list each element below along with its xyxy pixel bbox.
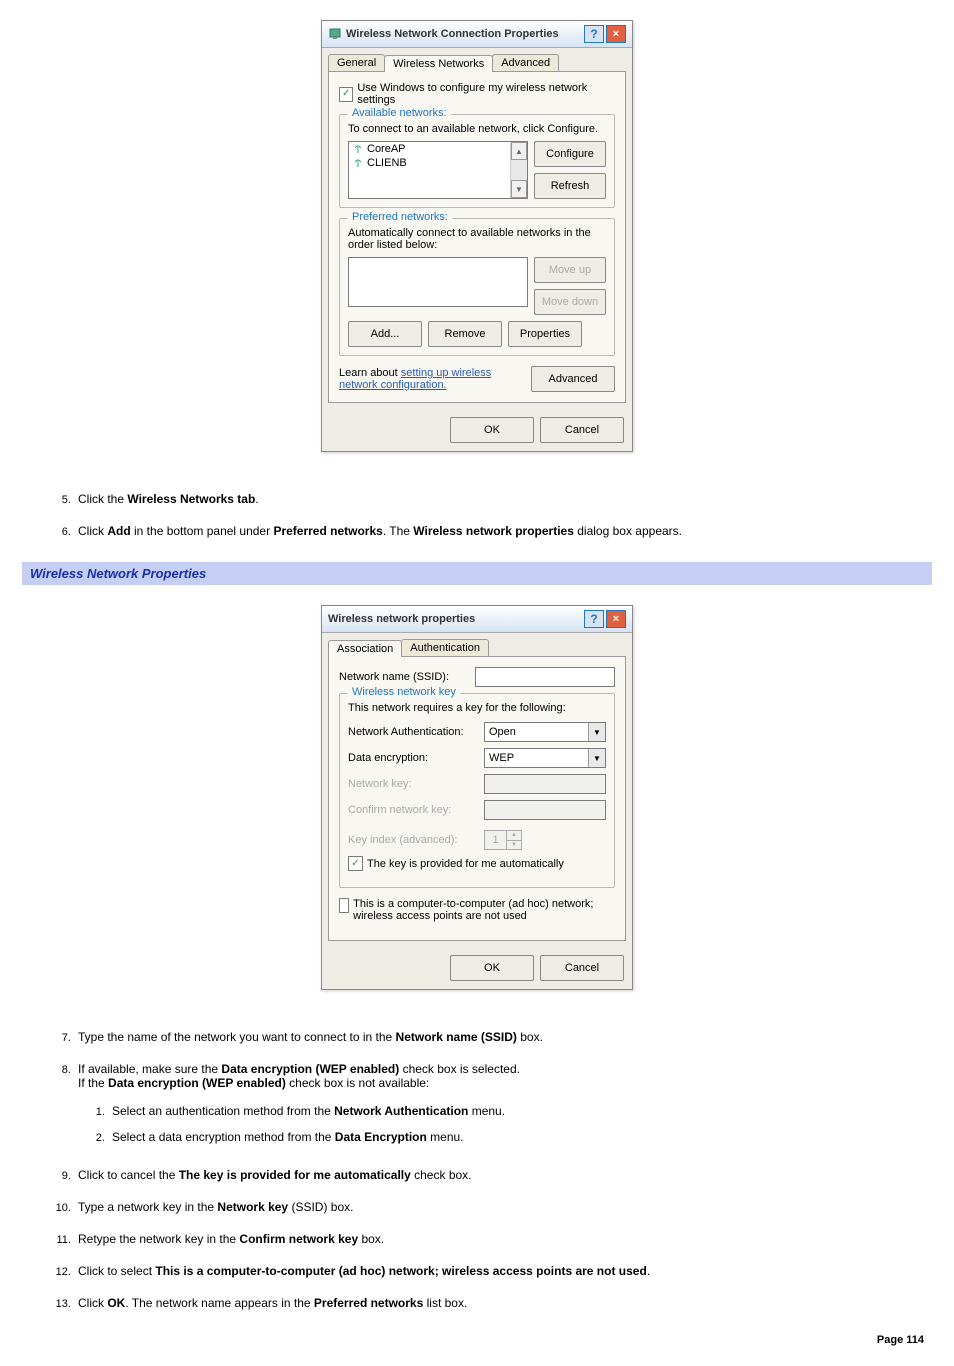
available-networks-list[interactable]: CoreAP CLIENB ▲ ▼ bbox=[348, 141, 528, 199]
confirm-key-input bbox=[484, 800, 606, 820]
wireless-network-key-group: Wireless network key This network requir… bbox=[339, 693, 615, 888]
step-7: Type the name of the network you want to… bbox=[74, 1030, 924, 1044]
network-key-input bbox=[484, 774, 606, 794]
available-networks-group: Available networks: To connect to an ava… bbox=[339, 114, 615, 208]
step-6: Click Add in the bottom panel under Pref… bbox=[74, 524, 924, 538]
auth-label: Network Authentication: bbox=[348, 726, 478, 738]
auto-key-label: The key is provided for me automatically bbox=[367, 858, 564, 870]
instruction-list-a: Click the Wireless Networks tab. Click A… bbox=[30, 492, 924, 538]
group-title: Available networks: bbox=[348, 107, 451, 119]
list-item: CoreAP bbox=[349, 142, 527, 156]
step-13: Click OK. The network name appears in th… bbox=[74, 1296, 924, 1310]
adhoc-label: This is a computer-to-computer (ad hoc) … bbox=[353, 898, 615, 922]
group-title: Wireless network key bbox=[348, 686, 460, 698]
network-key-label: Network key: bbox=[348, 778, 478, 790]
network-icon bbox=[328, 27, 342, 41]
close-button[interactable]: × bbox=[606, 25, 626, 43]
step-8: If available, make sure the Data encrypt… bbox=[74, 1062, 924, 1144]
step-5: Click the Wireless Networks tab. bbox=[74, 492, 924, 506]
help-button[interactable]: ? bbox=[584, 610, 604, 628]
dialog-title: Wireless network properties bbox=[328, 613, 584, 625]
wireless-connection-properties-dialog: Wireless Network Connection Properties ?… bbox=[321, 20, 633, 452]
properties-button[interactable]: Properties bbox=[508, 321, 582, 347]
ok-button[interactable]: OK bbox=[450, 417, 534, 443]
confirm-key-label: Confirm network key: bbox=[348, 804, 478, 816]
preferred-networks-list[interactable] bbox=[348, 257, 528, 307]
preferred-instruction: Automatically connect to available netwo… bbox=[348, 227, 606, 251]
group-title: Preferred networks: bbox=[348, 211, 452, 223]
remove-button[interactable]: Remove bbox=[428, 321, 502, 347]
tab-wireless-networks[interactable]: Wireless Networks bbox=[384, 55, 493, 72]
configure-button[interactable]: Configure bbox=[534, 141, 606, 167]
adhoc-checkbox[interactable] bbox=[339, 898, 349, 913]
step-8-2: Select a data encryption method from the… bbox=[108, 1130, 924, 1144]
use-windows-label: Use Windows to configure my wireless net… bbox=[357, 82, 615, 106]
key-instruction: This network requires a key for the foll… bbox=[348, 702, 606, 714]
network-authentication-select[interactable]: Open ▼ bbox=[484, 722, 606, 742]
wireless-network-properties-dialog: Wireless network properties ? × Associat… bbox=[321, 605, 633, 990]
add-button[interactable]: Add... bbox=[348, 321, 422, 347]
step-12: Click to select This is a computer-to-co… bbox=[74, 1264, 924, 1278]
cancel-button[interactable]: Cancel bbox=[540, 955, 624, 981]
spinner-down-icon: ▼ bbox=[507, 841, 521, 850]
tab-advanced[interactable]: Advanced bbox=[492, 54, 559, 71]
ssid-label: Network name (SSID): bbox=[339, 671, 469, 683]
key-index-spinner: 1 ▲▼ bbox=[484, 830, 522, 850]
section-header: Wireless Network Properties bbox=[22, 562, 932, 585]
page-footer: Page 114 bbox=[30, 1334, 924, 1346]
step-11: Retype the network key in the Confirm ne… bbox=[74, 1232, 924, 1246]
data-encryption-select[interactable]: WEP ▼ bbox=[484, 748, 606, 768]
titlebar: Wireless Network Connection Properties ?… bbox=[322, 21, 632, 48]
preferred-networks-group: Preferred networks: Automatically connec… bbox=[339, 218, 615, 356]
chevron-down-icon: ▼ bbox=[588, 749, 605, 767]
titlebar: Wireless network properties ? × bbox=[322, 606, 632, 633]
step-8-1: Select an authentication method from the… bbox=[108, 1104, 924, 1118]
tab-general[interactable]: General bbox=[328, 54, 385, 71]
step-9: Click to cancel the The key is provided … bbox=[74, 1168, 924, 1182]
move-down-button: Move down bbox=[534, 289, 606, 315]
list-item: CLIENB bbox=[349, 156, 527, 170]
scrollbar[interactable]: ▲ ▼ bbox=[510, 142, 527, 198]
ok-button[interactable]: OK bbox=[450, 955, 534, 981]
antenna-icon bbox=[353, 144, 363, 154]
ssid-input[interactable] bbox=[475, 667, 615, 687]
move-up-button: Move up bbox=[534, 257, 606, 283]
instruction-list-b: Type the name of the network you want to… bbox=[30, 1030, 924, 1310]
scroll-down-icon[interactable]: ▼ bbox=[511, 180, 527, 198]
enc-label: Data encryption: bbox=[348, 752, 478, 764]
key-index-label: Key index (advanced): bbox=[348, 834, 478, 846]
tabs: General Wireless Networks Advanced bbox=[322, 48, 632, 71]
refresh-button[interactable]: Refresh bbox=[534, 173, 606, 199]
tab-association[interactable]: Association bbox=[328, 640, 402, 657]
chevron-down-icon: ▼ bbox=[588, 723, 605, 741]
help-button[interactable]: ? bbox=[584, 25, 604, 43]
use-windows-checkbox[interactable] bbox=[339, 87, 353, 102]
dialog-title: Wireless Network Connection Properties bbox=[346, 28, 584, 40]
step-10: Type a network key in the Network key (S… bbox=[74, 1200, 924, 1214]
available-instruction: To connect to an available network, clic… bbox=[348, 123, 606, 135]
auto-key-checkbox[interactable] bbox=[348, 856, 363, 871]
antenna-icon bbox=[353, 158, 363, 168]
learn-text: Learn about setting up wireless network … bbox=[339, 367, 523, 391]
close-button[interactable]: × bbox=[606, 610, 626, 628]
spinner-up-icon: ▲ bbox=[507, 831, 521, 841]
cancel-button[interactable]: Cancel bbox=[540, 417, 624, 443]
advanced-button[interactable]: Advanced bbox=[531, 366, 615, 392]
scroll-up-icon[interactable]: ▲ bbox=[511, 142, 527, 160]
tab-authentication[interactable]: Authentication bbox=[401, 639, 489, 656]
